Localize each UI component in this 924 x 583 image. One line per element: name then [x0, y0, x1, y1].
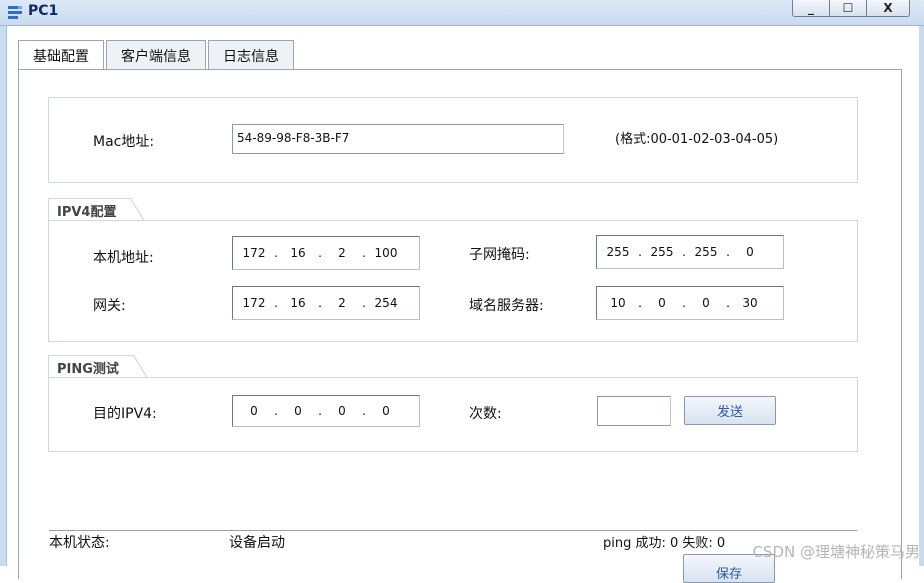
ip-dot: .	[318, 246, 322, 260]
subnet-mask-label: 子网掩码:	[469, 247, 530, 263]
send-button[interactable]: 发送	[684, 396, 776, 425]
status-value: 设备启动	[229, 535, 285, 551]
dest-ipv4-label: 目的IPV4:	[93, 406, 157, 422]
ip-dot: .	[362, 246, 366, 260]
window-frame-left	[0, 26, 7, 566]
gateway-octet-4[interactable]: 254	[369, 296, 403, 310]
window-title: PC1	[28, 3, 59, 19]
mac-format-hint: (格式:00-01-02-03-04-05)	[615, 132, 779, 147]
host-address-octet-3[interactable]: 2	[325, 246, 359, 260]
ip-dot: .	[318, 296, 322, 310]
tab-log-info[interactable]: 日志信息	[208, 40, 294, 70]
ip-dot: .	[726, 245, 730, 259]
dns-server-octet-2[interactable]: 0	[645, 296, 679, 310]
maximize-button[interactable]: ☐	[829, 0, 867, 17]
host-address-field[interactable]: 172. 16. 2. 100	[232, 236, 420, 270]
tab-strip: 基础配置 客户端信息 日志信息	[18, 40, 296, 71]
host-address-octet-2[interactable]: 16	[281, 246, 315, 260]
ip-dot: .	[682, 245, 686, 259]
ip-dot: .	[726, 296, 730, 310]
dns-server-octet-4[interactable]: 30	[733, 296, 767, 310]
mac-group: Mac地址: 54-89-98-F8-3B-F7 (格式:00-01-02-03…	[48, 97, 858, 183]
ping-group: 目的IPV4: 0. 0. 0. 0 次数: 发送	[48, 377, 858, 452]
gateway-octet-1[interactable]: 172	[237, 296, 271, 310]
subnet-mask-octet-3[interactable]: 255	[689, 245, 723, 259]
dns-server-octet-1[interactable]: 10	[601, 296, 635, 310]
mac-address-field[interactable]: 54-89-98-F8-3B-F7	[232, 124, 564, 154]
window-body: 基础配置 客户端信息 日志信息 Mac地址: 54-89-98-F8-3B-F7…	[8, 26, 919, 583]
ip-dot: .	[638, 296, 642, 310]
host-address-octet-1[interactable]: 172	[237, 246, 271, 260]
ip-dot: .	[274, 296, 278, 310]
ping-result: ping 成功: 0 失败: 0	[603, 536, 726, 551]
ip-dot: .	[362, 296, 366, 310]
count-label: 次数:	[469, 406, 502, 422]
dns-server-field[interactable]: 10. 0. 0. 30	[596, 286, 784, 320]
dest-ipv4-octet-3[interactable]: 0	[325, 404, 359, 418]
minimize-button[interactable]: _	[792, 0, 830, 17]
ip-dot: .	[682, 296, 686, 310]
ip-dot: .	[362, 404, 366, 418]
tab-panel-basic-config: Mac地址: 54-89-98-F8-3B-F7 (格式:00-01-02-03…	[18, 69, 902, 583]
tab-basic-config[interactable]: 基础配置	[18, 40, 104, 71]
dest-ipv4-octet-4[interactable]: 0	[369, 404, 403, 418]
host-address-label: 本机地址:	[93, 250, 154, 266]
close-button[interactable]: X	[866, 0, 910, 17]
dest-ipv4-field[interactable]: 0. 0. 0. 0	[232, 395, 420, 427]
dest-ipv4-octet-2[interactable]: 0	[281, 404, 315, 418]
status-label: 本机状态:	[49, 535, 110, 551]
window-controls: _ ☐ X	[792, 0, 910, 17]
dns-server-label: 域名服务器:	[469, 298, 544, 314]
count-input[interactable]	[597, 396, 671, 426]
subnet-mask-octet-1[interactable]: 255	[601, 245, 635, 259]
ipv4-group-tab: IPV4配置	[48, 198, 146, 221]
host-address-octet-4[interactable]: 100	[369, 246, 403, 260]
pc-app-icon	[8, 6, 22, 19]
dest-ipv4-octet-1[interactable]: 0	[237, 404, 271, 418]
ping-group-tab: PING测试	[48, 355, 147, 378]
ping-group-title: PING测试	[57, 361, 119, 377]
status-divider	[49, 530, 857, 531]
ip-dot: .	[274, 404, 278, 418]
ipv4-group: 本机地址: 172. 16. 2. 100 子网掩码: 255. 255. 25…	[48, 220, 858, 342]
gateway-octet-2[interactable]: 16	[281, 296, 315, 310]
watermark-text: CSDN @理塘神秘策马男	[752, 543, 920, 561]
ip-dot: .	[638, 245, 642, 259]
subnet-mask-octet-2[interactable]: 255	[645, 245, 679, 259]
ipv4-group-title: IPV4配置	[57, 204, 117, 220]
mac-label: Mac地址:	[93, 134, 155, 150]
gateway-octet-3[interactable]: 2	[325, 296, 359, 310]
tab-client-info[interactable]: 客户端信息	[106, 40, 206, 70]
subnet-mask-field[interactable]: 255. 255. 255. 0	[596, 235, 784, 269]
window-frame-right	[919, 26, 924, 566]
title-bar[interactable]: PC1 _ ☐ X	[0, 0, 924, 26]
gateway-label: 网关:	[93, 298, 126, 314]
dns-server-octet-3[interactable]: 0	[689, 296, 723, 310]
gateway-field[interactable]: 172. 16. 2. 254	[232, 286, 420, 320]
ip-dot: .	[274, 246, 278, 260]
ip-dot: .	[318, 404, 322, 418]
subnet-mask-octet-4[interactable]: 0	[733, 245, 767, 259]
